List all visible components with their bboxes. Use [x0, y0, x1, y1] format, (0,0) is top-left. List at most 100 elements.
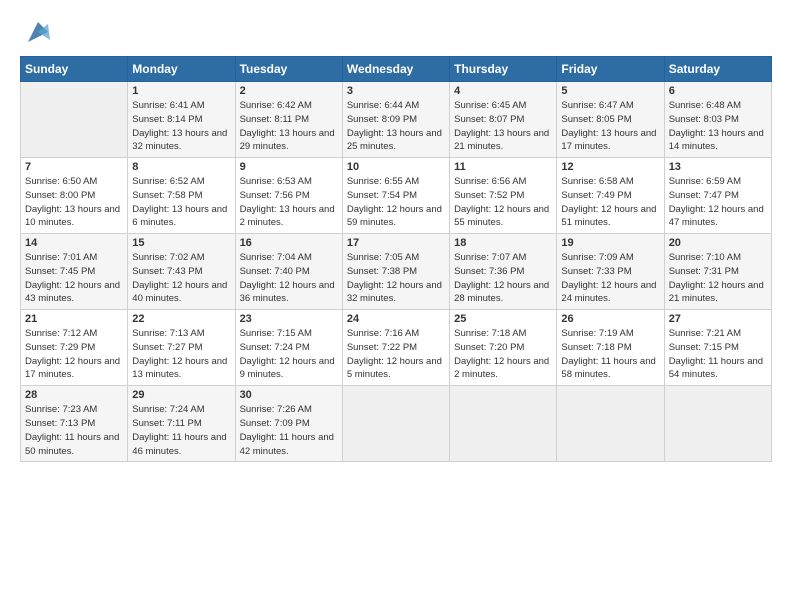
calendar-cell: 6Sunrise: 6:48 AMSunset: 8:03 PMDaylight… — [664, 82, 771, 158]
calendar-cell: 30Sunrise: 7:26 AMSunset: 7:09 PMDayligh… — [235, 386, 342, 462]
day-number: 27 — [669, 313, 767, 325]
day-number: 24 — [347, 313, 445, 325]
daylight-text: Daylight: 12 hours and 17 minutes. — [25, 355, 123, 383]
daylight-text: Daylight: 12 hours and 47 minutes. — [669, 203, 767, 231]
sunset-text: Sunset: 7:49 PM — [561, 189, 659, 203]
calendar-cell: 29Sunrise: 7:24 AMSunset: 7:11 PMDayligh… — [128, 386, 235, 462]
calendar-cell: 14Sunrise: 7:01 AMSunset: 7:45 PMDayligh… — [21, 234, 128, 310]
sunset-text: Sunset: 7:15 PM — [669, 341, 767, 355]
day-number: 23 — [240, 313, 338, 325]
calendar-cell: 23Sunrise: 7:15 AMSunset: 7:24 PMDayligh… — [235, 310, 342, 386]
day-number: 6 — [669, 85, 767, 97]
daylight-text: Daylight: 13 hours and 29 minutes. — [240, 127, 338, 155]
day-number: 21 — [25, 313, 123, 325]
calendar-cell: 1Sunrise: 6:41 AMSunset: 8:14 PMDaylight… — [128, 82, 235, 158]
calendar-cell — [557, 386, 664, 462]
day-number: 18 — [454, 237, 552, 249]
day-number: 22 — [132, 313, 230, 325]
sunset-text: Sunset: 7:31 PM — [669, 265, 767, 279]
daylight-text: Daylight: 12 hours and 55 minutes. — [454, 203, 552, 231]
daylight-text: Daylight: 12 hours and 36 minutes. — [240, 279, 338, 307]
daylight-text: Daylight: 12 hours and 32 minutes. — [347, 279, 445, 307]
sunset-text: Sunset: 7:38 PM — [347, 265, 445, 279]
day-number: 10 — [347, 161, 445, 173]
col-header-tuesday: Tuesday — [235, 57, 342, 82]
daylight-text: Daylight: 11 hours and 58 minutes. — [561, 355, 659, 383]
day-number: 16 — [240, 237, 338, 249]
sunrise-text: Sunrise: 7:07 AM — [454, 251, 552, 265]
day-number: 8 — [132, 161, 230, 173]
sunset-text: Sunset: 7:54 PM — [347, 189, 445, 203]
sunset-text: Sunset: 7:27 PM — [132, 341, 230, 355]
daylight-text: Daylight: 11 hours and 46 minutes. — [132, 431, 230, 459]
calendar-cell: 5Sunrise: 6:47 AMSunset: 8:05 PMDaylight… — [557, 82, 664, 158]
col-header-friday: Friday — [557, 57, 664, 82]
calendar-cell — [21, 82, 128, 158]
sunset-text: Sunset: 7:24 PM — [240, 341, 338, 355]
day-number: 2 — [240, 85, 338, 97]
calendar-cell: 10Sunrise: 6:55 AMSunset: 7:54 PMDayligh… — [342, 158, 449, 234]
calendar-week-row: 28Sunrise: 7:23 AMSunset: 7:13 PMDayligh… — [21, 386, 772, 462]
sunset-text: Sunset: 7:52 PM — [454, 189, 552, 203]
sunrise-text: Sunrise: 6:44 AM — [347, 99, 445, 113]
day-number: 1 — [132, 85, 230, 97]
sunset-text: Sunset: 7:13 PM — [25, 417, 123, 431]
daylight-text: Daylight: 13 hours and 32 minutes. — [132, 127, 230, 155]
day-number: 11 — [454, 161, 552, 173]
daylight-text: Daylight: 12 hours and 43 minutes. — [25, 279, 123, 307]
sunrise-text: Sunrise: 6:47 AM — [561, 99, 659, 113]
calendar-cell: 18Sunrise: 7:07 AMSunset: 7:36 PMDayligh… — [450, 234, 557, 310]
sunset-text: Sunset: 7:56 PM — [240, 189, 338, 203]
col-header-sunday: Sunday — [21, 57, 128, 82]
daylight-text: Daylight: 12 hours and 51 minutes. — [561, 203, 659, 231]
calendar-table: SundayMondayTuesdayWednesdayThursdayFrid… — [20, 56, 772, 462]
sunrise-text: Sunrise: 6:50 AM — [25, 175, 123, 189]
daylight-text: Daylight: 12 hours and 2 minutes. — [454, 355, 552, 383]
calendar-cell: 22Sunrise: 7:13 AMSunset: 7:27 PMDayligh… — [128, 310, 235, 386]
day-number: 30 — [240, 389, 338, 401]
calendar-cell: 7Sunrise: 6:50 AMSunset: 8:00 PMDaylight… — [21, 158, 128, 234]
daylight-text: Daylight: 12 hours and 24 minutes. — [561, 279, 659, 307]
sunrise-text: Sunrise: 7:05 AM — [347, 251, 445, 265]
calendar-cell: 12Sunrise: 6:58 AMSunset: 7:49 PMDayligh… — [557, 158, 664, 234]
calendar-cell: 15Sunrise: 7:02 AMSunset: 7:43 PMDayligh… — [128, 234, 235, 310]
col-header-wednesday: Wednesday — [342, 57, 449, 82]
day-number: 12 — [561, 161, 659, 173]
day-number: 28 — [25, 389, 123, 401]
sunset-text: Sunset: 7:36 PM — [454, 265, 552, 279]
calendar-week-row: 14Sunrise: 7:01 AMSunset: 7:45 PMDayligh… — [21, 234, 772, 310]
daylight-text: Daylight: 11 hours and 54 minutes. — [669, 355, 767, 383]
sunrise-text: Sunrise: 7:01 AM — [25, 251, 123, 265]
col-header-saturday: Saturday — [664, 57, 771, 82]
daylight-text: Daylight: 13 hours and 17 minutes. — [561, 127, 659, 155]
calendar-week-row: 21Sunrise: 7:12 AMSunset: 7:29 PMDayligh… — [21, 310, 772, 386]
sunset-text: Sunset: 8:11 PM — [240, 113, 338, 127]
day-number: 5 — [561, 85, 659, 97]
sunrise-text: Sunrise: 6:48 AM — [669, 99, 767, 113]
calendar-cell: 8Sunrise: 6:52 AMSunset: 7:58 PMDaylight… — [128, 158, 235, 234]
sunset-text: Sunset: 7:47 PM — [669, 189, 767, 203]
sunrise-text: Sunrise: 6:53 AM — [240, 175, 338, 189]
daylight-text: Daylight: 12 hours and 13 minutes. — [132, 355, 230, 383]
calendar-header-row: SundayMondayTuesdayWednesdayThursdayFrid… — [21, 57, 772, 82]
sunrise-text: Sunrise: 7:12 AM — [25, 327, 123, 341]
sunrise-text: Sunrise: 7:02 AM — [132, 251, 230, 265]
day-number: 7 — [25, 161, 123, 173]
sunrise-text: Sunrise: 6:41 AM — [132, 99, 230, 113]
day-number: 25 — [454, 313, 552, 325]
sunrise-text: Sunrise: 7:21 AM — [669, 327, 767, 341]
calendar-cell: 20Sunrise: 7:10 AMSunset: 7:31 PMDayligh… — [664, 234, 771, 310]
sunrise-text: Sunrise: 7:09 AM — [561, 251, 659, 265]
sunset-text: Sunset: 7:20 PM — [454, 341, 552, 355]
sunset-text: Sunset: 8:00 PM — [25, 189, 123, 203]
daylight-text: Daylight: 13 hours and 14 minutes. — [669, 127, 767, 155]
calendar-cell: 19Sunrise: 7:09 AMSunset: 7:33 PMDayligh… — [557, 234, 664, 310]
sunset-text: Sunset: 7:09 PM — [240, 417, 338, 431]
calendar-cell: 4Sunrise: 6:45 AMSunset: 8:07 PMDaylight… — [450, 82, 557, 158]
sunrise-text: Sunrise: 6:59 AM — [669, 175, 767, 189]
daylight-text: Daylight: 13 hours and 6 minutes. — [132, 203, 230, 231]
calendar-cell: 26Sunrise: 7:19 AMSunset: 7:18 PMDayligh… — [557, 310, 664, 386]
calendar-cell — [342, 386, 449, 462]
calendar-cell: 9Sunrise: 6:53 AMSunset: 7:56 PMDaylight… — [235, 158, 342, 234]
sunrise-text: Sunrise: 6:42 AM — [240, 99, 338, 113]
